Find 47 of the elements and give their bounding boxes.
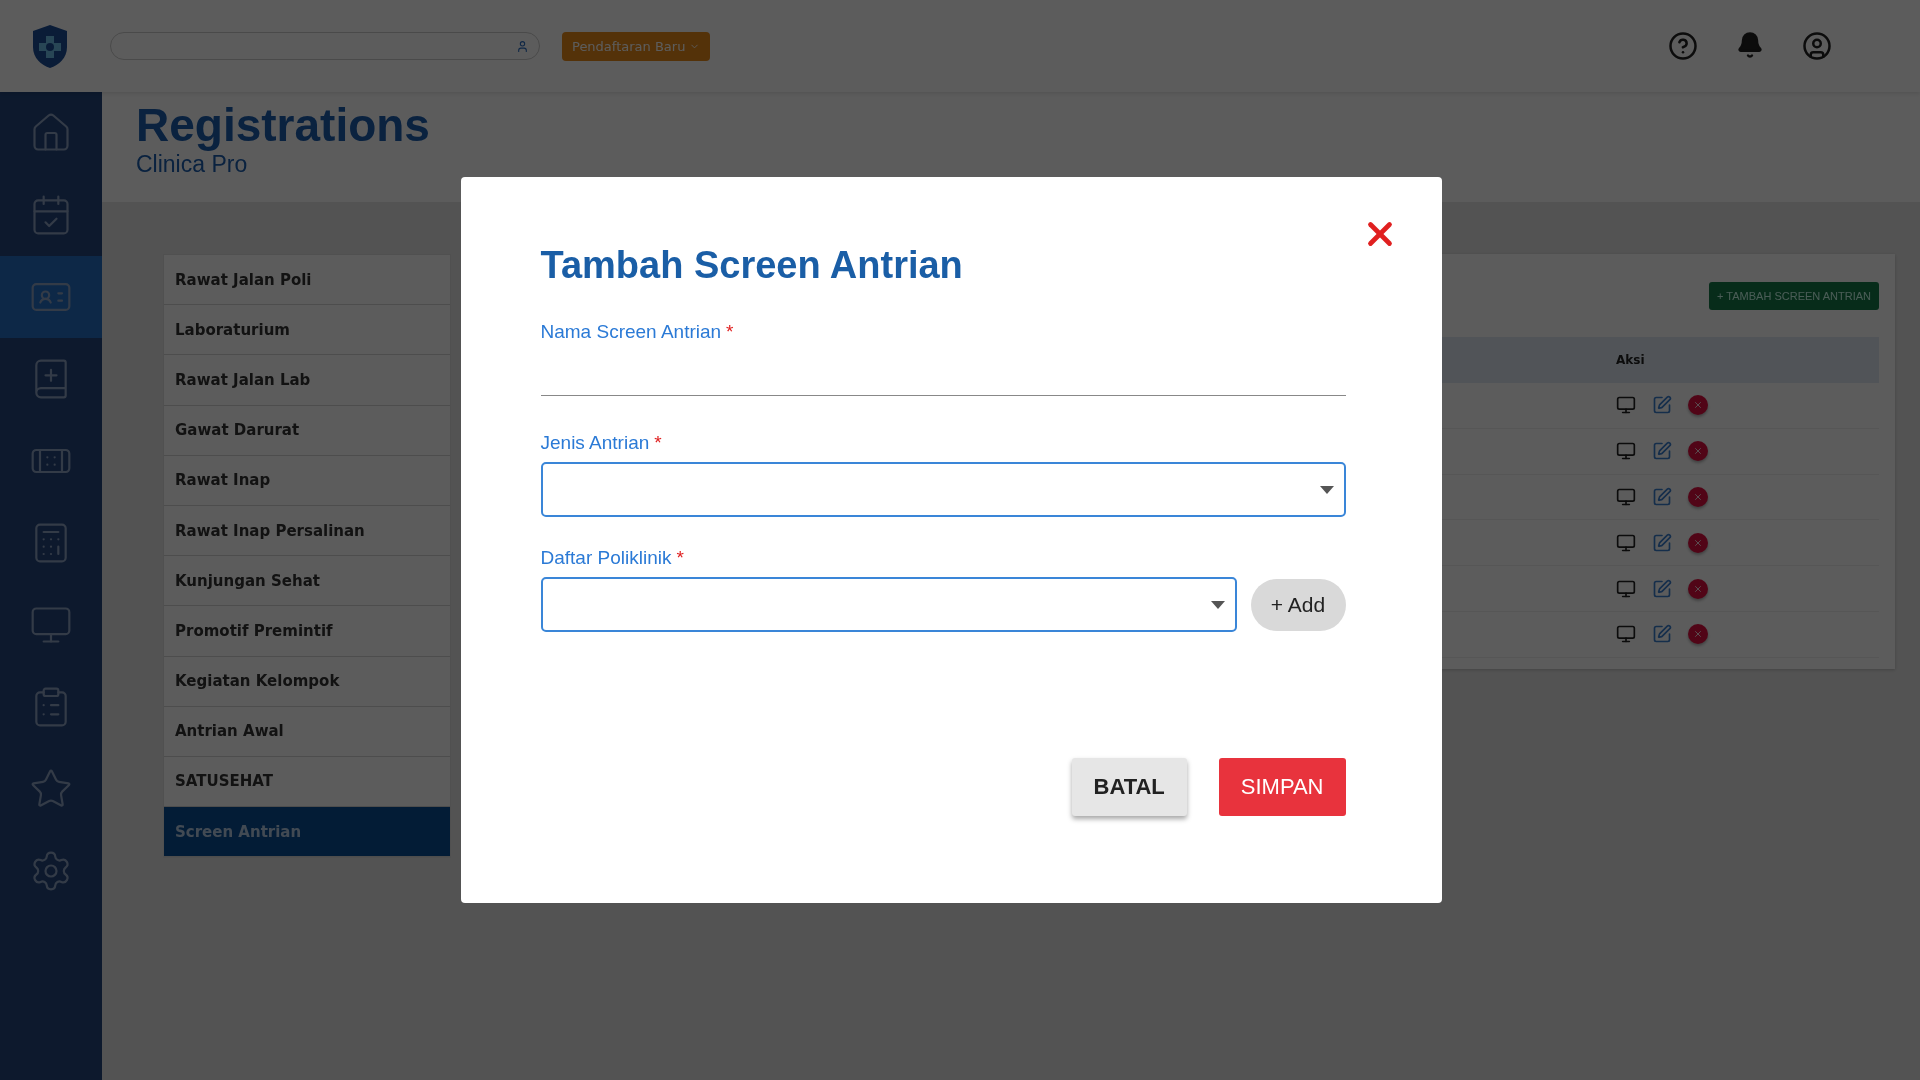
help-icon[interactable] bbox=[1668, 31, 1698, 61]
dropdown-arrow-icon bbox=[1210, 600, 1225, 609]
new-registration-button[interactable]: Pendaftaran Baru bbox=[562, 31, 711, 61]
user-icon bbox=[516, 39, 529, 53]
monitor-icon[interactable] bbox=[1616, 395, 1636, 416]
modal-title: Tambah Screen Antrian bbox=[540, 244, 964, 287]
field-label: Jenis Antrian * bbox=[540, 432, 662, 454]
x-icon bbox=[1693, 492, 1703, 502]
field-label: Daftar Poliklinik * bbox=[540, 547, 684, 569]
x-icon bbox=[1693, 583, 1703, 594]
delete-button[interactable] bbox=[1688, 578, 1708, 599]
field-label: Nama Screen Antrian * bbox=[540, 321, 734, 343]
x-icon bbox=[1693, 537, 1703, 548]
edit-icon[interactable] bbox=[1652, 487, 1672, 507]
page-title: Registrations bbox=[136, 100, 431, 151]
column-header: Aksi bbox=[1616, 353, 1645, 367]
logo-icon bbox=[30, 23, 70, 69]
dropdown-arrow-icon bbox=[1319, 485, 1334, 494]
user-account-icon[interactable] bbox=[1802, 31, 1832, 61]
search-field[interactable] bbox=[110, 32, 540, 60]
edit-icon[interactable] bbox=[1652, 532, 1672, 553]
select-field[interactable] bbox=[540, 462, 1346, 517]
bell-icon[interactable] bbox=[1736, 31, 1764, 59]
x-icon bbox=[1693, 446, 1703, 457]
monitor-icon[interactable] bbox=[1616, 441, 1636, 462]
x-icon bbox=[1693, 629, 1703, 640]
page-subtitle: Clinica Pro bbox=[136, 150, 248, 178]
monitor-icon[interactable] bbox=[1616, 624, 1636, 645]
delete-button[interactable] bbox=[1688, 441, 1708, 462]
cancel-button[interactable]: BATAL bbox=[1071, 758, 1187, 816]
monitor-icon[interactable] bbox=[1616, 487, 1636, 507]
add-button[interactable]: + Add bbox=[1250, 578, 1346, 631]
edit-icon[interactable] bbox=[1652, 624, 1672, 645]
delete-button[interactable] bbox=[1688, 624, 1708, 645]
sidebar-item[interactable] bbox=[0, 256, 102, 338]
monitor-icon[interactable] bbox=[1616, 532, 1636, 553]
edit-icon[interactable] bbox=[1652, 578, 1672, 599]
edit-icon[interactable] bbox=[1652, 441, 1672, 462]
monitor-icon[interactable] bbox=[1616, 578, 1636, 599]
delete-button[interactable] bbox=[1688, 532, 1708, 553]
edit-icon[interactable] bbox=[1652, 395, 1672, 416]
select-field[interactable] bbox=[540, 577, 1237, 632]
delete-button[interactable] bbox=[1688, 395, 1708, 416]
add-screen-button[interactable]: + TAMBAH SCREEN ANTRIAN bbox=[1709, 282, 1879, 310]
x-icon bbox=[1693, 400, 1703, 411]
delete-button[interactable] bbox=[1688, 487, 1708, 507]
save-button[interactable]: SIMPAN bbox=[1218, 758, 1346, 816]
